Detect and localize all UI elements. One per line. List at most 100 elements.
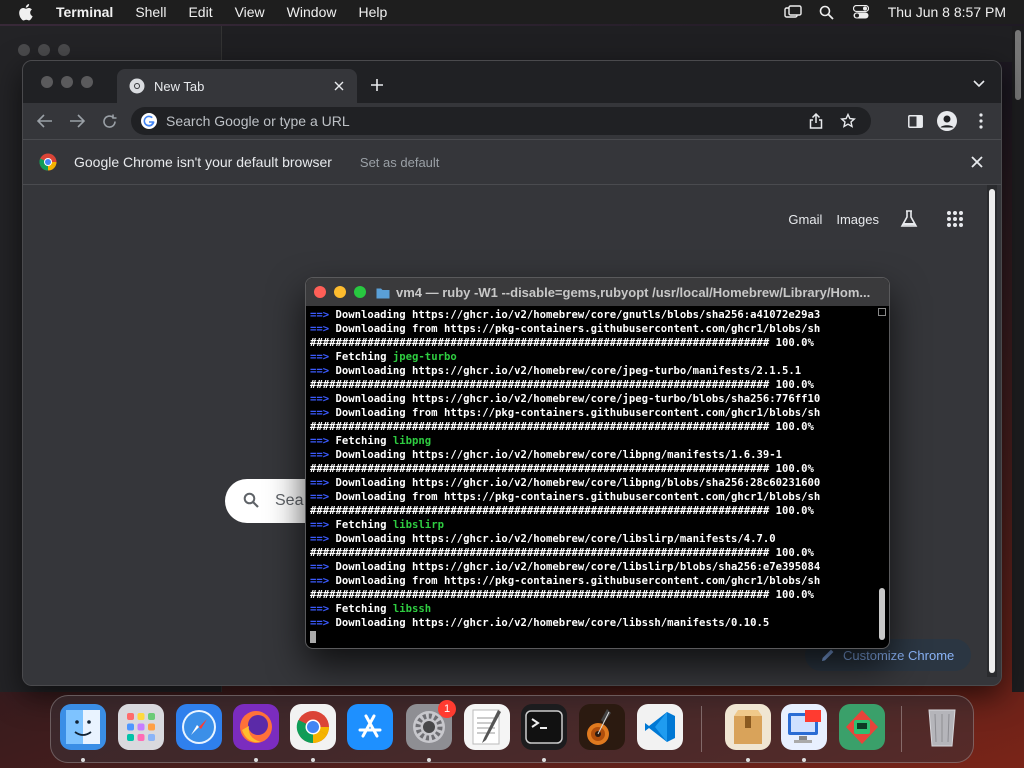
gmail-link[interactable]: Gmail xyxy=(788,212,822,227)
menu-window[interactable]: Window xyxy=(287,4,337,20)
safari-icon[interactable] xyxy=(176,704,222,750)
zoom-window-button[interactable] xyxy=(354,286,366,298)
terminal-line-text: ########################################… xyxy=(310,505,814,517)
menubar-clock[interactable]: Thu Jun 8 8:57 PM xyxy=(888,4,1006,20)
terminal-line: ==> Downloading https://ghcr.io/v2/homeb… xyxy=(310,308,876,322)
terminal-line-text: Downloading https://ghcr.io/v2/homebrew/… xyxy=(335,561,821,573)
terminal-title-bar[interactable]: vm4 — ruby -W1 --disable=gems,rubyopt /u… xyxy=(306,278,889,306)
terminal-line: ==> Downloading https://ghcr.io/v2/homeb… xyxy=(310,448,876,462)
tab-new-tab[interactable]: New Tab xyxy=(117,69,357,103)
terminal-line: ==> Downloading https://ghcr.io/v2/homeb… xyxy=(310,476,876,490)
terminal-line-text: Downloading https://ghcr.io/v2/homebrew/… xyxy=(335,309,821,321)
terminal-cursor xyxy=(310,631,316,643)
chrome-logo-icon xyxy=(39,153,57,171)
labs-flask-icon[interactable] xyxy=(897,207,921,231)
running-indicator xyxy=(542,758,546,762)
chrome-icon[interactable] xyxy=(290,704,336,750)
pencil-icon xyxy=(821,648,835,662)
terminal-prompt-line xyxy=(310,630,876,644)
terminal-arrow: ==> xyxy=(310,575,336,587)
terminal-arrow: ==> xyxy=(310,407,336,419)
terminal-window[interactable]: vm4 — ruby -W1 --disable=gems,rubyopt /u… xyxy=(305,277,890,649)
terminal-arrow: ==> xyxy=(310,393,336,405)
chrome-favicon-icon xyxy=(129,78,145,94)
terminal-line-text: Downloading https://ghcr.io/v2/homebrew/… xyxy=(335,393,821,405)
terminal-line: ########################################… xyxy=(310,504,876,518)
menu-app-name[interactable]: Terminal xyxy=(56,4,113,20)
menu-shell[interactable]: Shell xyxy=(135,4,166,20)
terminal-line: ==> Downloading from https://pkg-contain… xyxy=(310,490,876,504)
terminal-scrollbar[interactable] xyxy=(877,308,887,646)
menu-edit[interactable]: Edit xyxy=(188,4,212,20)
terminal-icon[interactable] xyxy=(521,704,567,750)
minimize-window-button[interactable] xyxy=(334,286,346,298)
close-window-button[interactable] xyxy=(314,286,326,298)
back-arrow-icon[interactable] xyxy=(35,111,55,131)
archive-utility-icon[interactable] xyxy=(725,704,771,750)
terminal-line: ==> Downloading https://ghcr.io/v2/homeb… xyxy=(310,616,876,630)
menu-help[interactable]: Help xyxy=(358,4,387,20)
running-indicator xyxy=(427,758,431,762)
terminal-line-text: Downloading https://ghcr.io/v2/homebrew/… xyxy=(335,477,821,489)
terminal-line: ==> Downloading https://ghcr.io/v2/homeb… xyxy=(310,560,876,574)
reload-icon[interactable] xyxy=(99,111,119,131)
customize-chrome-label: Customize Chrome xyxy=(843,647,955,663)
terminal-package-name: libslirp xyxy=(392,519,444,531)
terminal-arrow: ==> xyxy=(310,365,336,377)
google-apps-grid-icon[interactable] xyxy=(943,207,967,231)
app-store-icon[interactable] xyxy=(347,704,393,750)
background-scrollbar[interactable] xyxy=(1012,26,1024,692)
terminal-arrow: ==> xyxy=(310,449,336,461)
terminal-arrow: ==> xyxy=(310,309,336,321)
textedit-icon[interactable] xyxy=(464,704,510,750)
finder-icon[interactable] xyxy=(60,704,106,750)
garageband-icon[interactable] xyxy=(579,704,625,750)
spotlight-search-icon[interactable] xyxy=(818,4,836,20)
profile-avatar-icon[interactable] xyxy=(937,111,957,131)
control-center-icon[interactable] xyxy=(852,4,870,20)
dock-separator xyxy=(901,706,902,752)
menubar: Terminal Shell Edit View Window Help Thu… xyxy=(0,0,1024,24)
terminal-line: ########################################… xyxy=(310,546,876,560)
trash-icon[interactable] xyxy=(919,704,965,750)
default-browser-infobar: Google Chrome isn't your default browser… xyxy=(23,139,1001,185)
terminal-line: ########################################… xyxy=(310,336,876,350)
system-settings-icon[interactable]: 1 xyxy=(406,700,456,750)
browser-toolbar: Search Google or type a URL xyxy=(23,103,1001,139)
omnibox[interactable]: Search Google or type a URL xyxy=(131,107,871,135)
set-as-default-button[interactable]: Set as default xyxy=(360,155,440,170)
terminal-line: ==> Downloading https://ghcr.io/v2/homeb… xyxy=(310,364,876,378)
screen-sharing-icon[interactable] xyxy=(781,704,827,750)
terminal-package-name: libssh xyxy=(392,603,432,615)
chrome-menu-kebab-icon[interactable] xyxy=(971,111,991,131)
screen-mirroring-icon[interactable] xyxy=(784,4,802,20)
tab-title: New Tab xyxy=(154,78,205,94)
firefox-icon[interactable] xyxy=(233,704,279,750)
launchpad-icon[interactable] xyxy=(118,704,164,750)
side-panel-icon[interactable] xyxy=(905,111,925,131)
window-controls[interactable] xyxy=(41,76,93,88)
terminal-output[interactable]: ==> Downloading https://ghcr.io/v2/homeb… xyxy=(310,308,876,646)
utm-icon[interactable] xyxy=(839,704,885,750)
forward-arrow-icon[interactable] xyxy=(67,111,87,131)
vscode-icon[interactable] xyxy=(637,704,683,750)
new-tab-plus-icon[interactable] xyxy=(367,75,387,95)
tab-search-chevron-down-icon[interactable] xyxy=(971,76,987,92)
terminal-line: ==> Fetching jpeg-turbo xyxy=(310,350,876,364)
terminal-line: ==> Fetching libslirp xyxy=(310,518,876,532)
running-indicator xyxy=(254,758,258,762)
tab-close-icon[interactable] xyxy=(331,78,347,94)
infobar-close-icon[interactable] xyxy=(969,154,985,170)
terminal-line: ==> Fetching libssh xyxy=(310,602,876,616)
notification-badge: 1 xyxy=(438,700,456,718)
page-scrollbar[interactable] xyxy=(987,185,997,677)
apple-menu-icon[interactable] xyxy=(18,3,36,21)
bookmark-star-icon[interactable] xyxy=(839,112,857,130)
share-icon[interactable] xyxy=(807,112,825,130)
terminal-line-text: Downloading from https://pkg-containers.… xyxy=(335,575,821,587)
terminal-line-text: Fetching xyxy=(335,519,393,531)
terminal-package-name: libpng xyxy=(392,435,432,447)
terminal-line: ==> Downloading from https://pkg-contain… xyxy=(310,322,876,336)
images-link[interactable]: Images xyxy=(836,212,879,227)
menu-view[interactable]: View xyxy=(235,4,265,20)
